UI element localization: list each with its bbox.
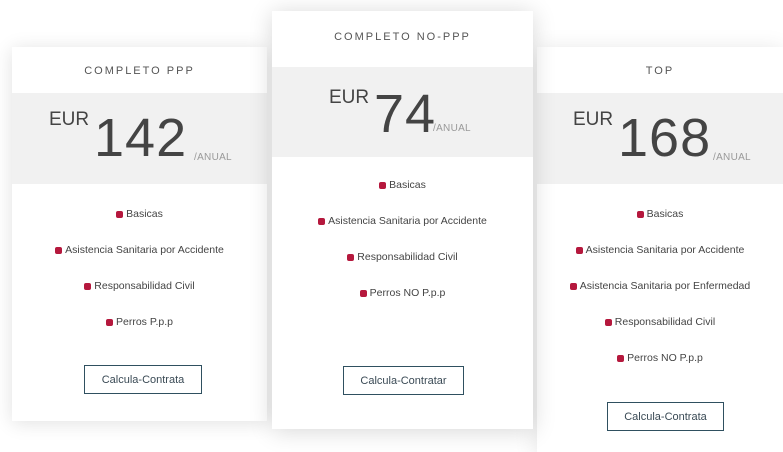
pricing-card-top: TOP EUR 168 /ANUAL Basicas Asistencia Sa… bbox=[537, 47, 783, 452]
pricing-card-completo-ppp: COMPLETO PPP EUR 142 /ANUAL Basicas Asis… bbox=[12, 47, 267, 421]
feature-item: Responsabilidad Civil bbox=[272, 249, 533, 285]
feature-label: Responsabilidad Civil bbox=[94, 280, 195, 292]
feature-list: Basicas Asistencia Sanitaria por Acciden… bbox=[272, 177, 533, 321]
price-band: EUR 168 /ANUAL bbox=[537, 93, 783, 184]
feature-label: Perros NO P.p.p bbox=[627, 352, 703, 364]
square-bullet-icon bbox=[604, 319, 612, 326]
feature-item: Perros NO P.p.p bbox=[272, 285, 533, 321]
feature-list: Basicas Asistencia Sanitaria por Acciden… bbox=[537, 206, 783, 386]
calcula-contrata-button[interactable]: Calcula-Contrata bbox=[84, 365, 202, 394]
feature-item: Asistencia Sanitaria por Accidente bbox=[537, 242, 783, 278]
feature-label: Perros NO P.p.p bbox=[369, 287, 446, 299]
feature-item: Perros P.p.p bbox=[12, 314, 267, 350]
square-bullet-icon bbox=[359, 290, 367, 297]
price-band: EUR 142 /ANUAL bbox=[12, 93, 267, 184]
feature-label: Basicas bbox=[389, 179, 426, 191]
feature-label: Asistencia Sanitaria por Accidente bbox=[585, 244, 745, 256]
plan-title: COMPLETO NO-PPP bbox=[334, 31, 471, 43]
pricing-card-completo-no-ppp: COMPLETO NO-PPP EUR 74 /ANUAL Basicas As… bbox=[272, 11, 533, 429]
price-period: /ANUAL bbox=[433, 123, 471, 134]
price-currency: EUR bbox=[49, 109, 90, 130]
square-bullet-icon bbox=[116, 211, 124, 218]
plan-title: COMPLETO PPP bbox=[84, 65, 195, 77]
feature-item: Perros NO P.p.p bbox=[537, 350, 783, 386]
calcula-contrata-button[interactable]: Calcula-Contrata bbox=[607, 402, 724, 431]
feature-item: Responsabilidad Civil bbox=[12, 278, 267, 314]
feature-item: Basicas bbox=[272, 177, 533, 213]
square-bullet-icon bbox=[84, 283, 92, 290]
square-bullet-icon bbox=[636, 211, 644, 218]
square-bullet-icon bbox=[617, 355, 625, 362]
price-currency: EUR bbox=[329, 87, 370, 108]
feature-list: Basicas Asistencia Sanitaria por Acciden… bbox=[12, 206, 267, 350]
feature-label: Responsabilidad Civil bbox=[614, 316, 716, 328]
feature-item: Basicas bbox=[12, 206, 267, 242]
plan-title: TOP bbox=[645, 65, 675, 77]
feature-item: Responsabilidad Civil bbox=[537, 314, 783, 350]
price-period: /ANUAL bbox=[194, 152, 232, 163]
square-bullet-icon bbox=[379, 182, 387, 189]
price-amount: 168 bbox=[618, 108, 712, 168]
feature-item: Basicas bbox=[537, 206, 783, 242]
feature-item: Asistencia Sanitaria por Accidente bbox=[12, 242, 267, 278]
calcula-contratar-button[interactable]: Calcula-Contratar bbox=[343, 366, 464, 395]
square-bullet-icon bbox=[318, 218, 326, 225]
feature-label: Responsabilidad Civil bbox=[357, 251, 458, 263]
feature-label: Basicas bbox=[126, 208, 163, 220]
square-bullet-icon bbox=[347, 254, 355, 261]
square-bullet-icon bbox=[569, 283, 577, 290]
square-bullet-icon bbox=[575, 247, 583, 254]
feature-label: Asistencia Sanitaria por Accidente bbox=[328, 215, 487, 227]
price-period: /ANUAL bbox=[713, 152, 751, 163]
square-bullet-icon bbox=[55, 247, 63, 254]
price-amount: 74 bbox=[374, 84, 437, 144]
feature-label: Perros P.p.p bbox=[115, 316, 173, 328]
price-currency: EUR bbox=[573, 109, 614, 130]
feature-label: Basicas bbox=[646, 208, 684, 220]
square-bullet-icon bbox=[105, 319, 113, 326]
price-amount: 142 bbox=[94, 108, 188, 168]
feature-item: Asistencia Sanitaria por Enfermedad bbox=[537, 278, 783, 314]
feature-item: Asistencia Sanitaria por Accidente bbox=[272, 213, 533, 249]
feature-label: Asistencia Sanitaria por Enfermedad bbox=[579, 280, 751, 292]
price-band: EUR 74 /ANUAL bbox=[272, 67, 533, 157]
feature-label: Asistencia Sanitaria por Accidente bbox=[65, 244, 224, 256]
